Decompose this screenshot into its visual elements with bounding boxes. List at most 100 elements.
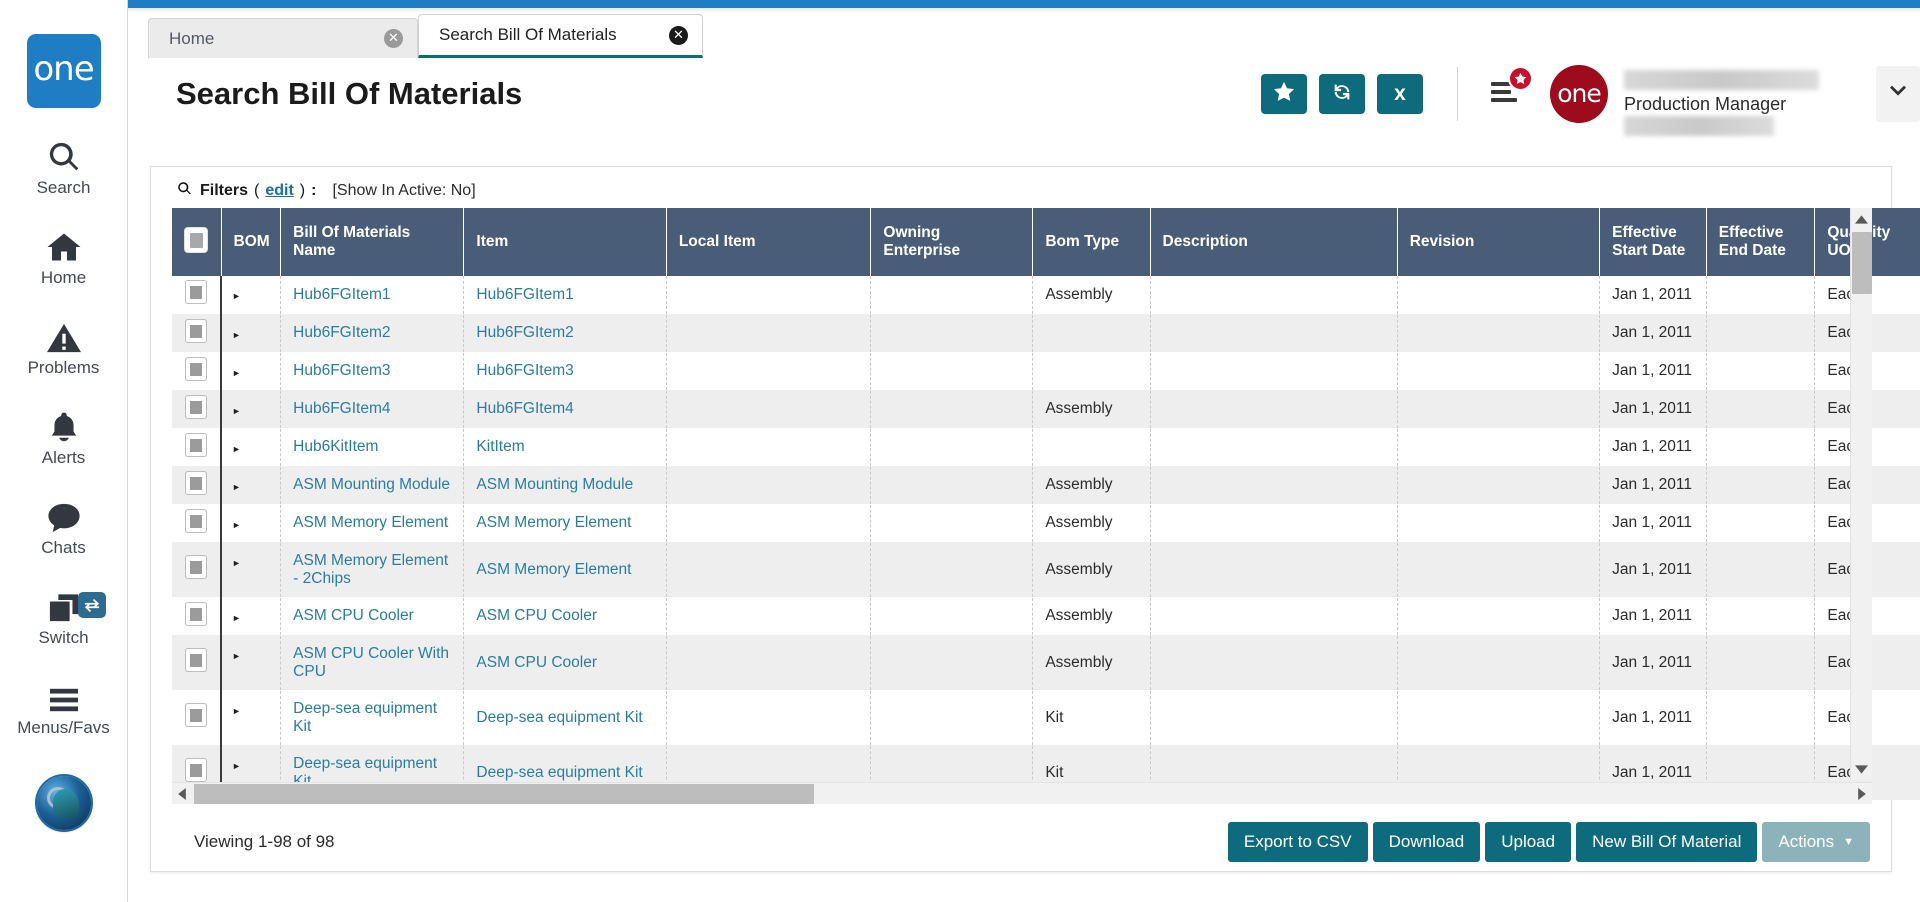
row-checkbox[interactable] [185, 555, 207, 579]
bom-expand-cell[interactable]: ► [221, 428, 281, 466]
table-row[interactable]: ►Deep-sea equipment KitDeep-sea equipmen… [172, 690, 1920, 745]
close-icon[interactable]: ✕ [384, 29, 403, 48]
refresh-button[interactable] [1319, 74, 1365, 114]
table-row[interactable]: ►Hub6KitItemKitItemJan 1, 2011Each [172, 428, 1920, 466]
cell-link[interactable]: Hub6FGItem3 [476, 362, 573, 379]
chevron-right-icon[interactable]: ► [232, 444, 241, 454]
cell-item[interactable]: Deep-sea equipment Kit [464, 690, 666, 745]
sidebar-item-alerts[interactable]: Alerts [10, 404, 118, 468]
cell-item[interactable]: Hub6FGItem4 [464, 390, 666, 428]
bom-expand-cell[interactable]: ► [221, 504, 281, 542]
cell-name[interactable]: ASM Memory Element [281, 504, 464, 542]
cell-link[interactable]: Hub6FGItem4 [476, 400, 573, 417]
cell-name[interactable]: Hub6KitItem [281, 428, 464, 466]
avatar[interactable] [37, 776, 91, 830]
column-header-bom[interactable]: BOM [221, 208, 281, 276]
row-select-cell[interactable] [172, 390, 221, 428]
cell-item[interactable]: Hub6FGItem2 [464, 314, 666, 352]
menus-favorites-button[interactable] [1484, 74, 1524, 114]
cell-link[interactable]: Hub6FGItem3 [293, 362, 390, 379]
sidebar-item-search[interactable]: Search [10, 134, 118, 198]
chevron-right-icon[interactable]: ► [232, 406, 241, 416]
chevron-right-icon[interactable]: ► [232, 291, 241, 301]
bom-expand-cell[interactable]: ► [221, 352, 281, 390]
cell-item[interactable]: ASM CPU Cooler [464, 597, 666, 635]
bom-expand-cell[interactable]: ► [221, 690, 281, 745]
horizontal-scroll-thumb[interactable] [194, 784, 814, 804]
bom-expand-cell[interactable]: ► [221, 542, 281, 597]
export-to-csv-button[interactable]: Export to CSV [1228, 822, 1368, 862]
column-header-revision[interactable]: Revision [1397, 208, 1599, 276]
cell-item[interactable]: ASM Memory Element [464, 542, 666, 597]
row-select-cell[interactable] [172, 314, 221, 352]
cell-name[interactable]: Hub6FGItem1 [281, 276, 464, 314]
chevron-right-icon[interactable]: ► [232, 520, 241, 530]
cell-link[interactable]: Hub6FGItem1 [476, 286, 573, 303]
cell-item[interactable]: Hub6FGItem3 [464, 352, 666, 390]
row-checkbox[interactable] [185, 357, 207, 381]
cell-name[interactable]: ASM CPU Cooler With CPU [281, 635, 464, 690]
cell-name[interactable]: Hub6FGItem4 [281, 390, 464, 428]
chevron-right-icon[interactable]: ► [232, 330, 241, 340]
one-network-logo[interactable]: one [27, 34, 101, 108]
cell-link[interactable]: Hub6FGItem1 [293, 286, 390, 303]
column-header-local-item[interactable]: Local Item [666, 208, 871, 276]
cell-link[interactable]: Hub6FGItem2 [293, 324, 390, 341]
row-checkbox[interactable] [185, 758, 207, 782]
cell-name[interactable]: Deep-sea equipment Kit [281, 690, 464, 745]
row-checkbox[interactable] [185, 319, 207, 343]
cell-name[interactable]: Hub6FGItem2 [281, 314, 464, 352]
cell-name[interactable]: ASM CPU Cooler [281, 597, 464, 635]
favorite-button[interactable] [1261, 74, 1307, 114]
chevron-right-icon[interactable]: ► [232, 368, 241, 378]
row-select-cell[interactable] [172, 352, 221, 390]
cell-link[interactable]: Deep-sea equipment Kit [476, 709, 642, 726]
table-row[interactable]: ►ASM Memory ElementASM Memory ElementAss… [172, 504, 1920, 542]
chevron-right-icon[interactable]: ► [232, 482, 241, 492]
cell-link[interactable]: ASM Mounting Module [476, 476, 633, 493]
cell-item[interactable]: Hub6FGItem1 [464, 276, 666, 314]
row-checkbox[interactable] [185, 703, 207, 727]
row-checkbox[interactable] [185, 280, 207, 304]
row-checkbox[interactable] [185, 433, 207, 457]
chevron-right-icon[interactable]: ► [232, 651, 241, 661]
column-header-bom-type[interactable]: Bom Type [1033, 208, 1150, 276]
column-header-owning-enterprise[interactable]: Owning Enterprise [871, 208, 1033, 276]
row-select-cell[interactable] [172, 690, 221, 745]
scroll-left-icon[interactable] [172, 783, 192, 805]
row-checkbox[interactable] [185, 509, 207, 533]
row-checkbox[interactable] [185, 602, 207, 626]
cell-name[interactable]: ASM Memory Element - 2Chips [281, 542, 464, 597]
bom-expand-cell[interactable]: ► [221, 314, 281, 352]
cell-link[interactable]: KitItem [476, 438, 524, 455]
scroll-right-icon[interactable] [1852, 783, 1872, 805]
cell-item[interactable]: ASM Memory Element [464, 504, 666, 542]
user-menu-button[interactable] [1876, 66, 1920, 122]
cell-item[interactable]: ASM CPU Cooler [464, 635, 666, 690]
vertical-scroll-thumb[interactable] [1852, 232, 1872, 294]
row-select-cell[interactable] [172, 635, 221, 690]
bom-table-container[interactable]: BOM Bill Of Materials Name Item Local It… [172, 208, 1872, 780]
table-row[interactable]: ►Hub6FGItem3Hub6FGItem3Jan 1, 2011Each [172, 352, 1920, 390]
bom-expand-cell[interactable]: ► [221, 466, 281, 504]
cell-name[interactable]: ASM Mounting Module [281, 466, 464, 504]
cell-link[interactable]: ASM Memory Element - 2Chips [293, 552, 448, 587]
row-select-cell[interactable] [172, 597, 221, 635]
bom-expand-cell[interactable]: ► [221, 390, 281, 428]
select-all-header[interactable] [172, 208, 221, 276]
tab-search-bill-of-materials[interactable]: Search Bill Of Materials ✕ [418, 14, 703, 58]
table-row[interactable]: ►Hub6FGItem2Hub6FGItem2Jan 1, 2011Each [172, 314, 1920, 352]
cell-item[interactable]: ASM Mounting Module [464, 466, 666, 504]
cell-link[interactable]: ASM CPU Cooler With CPU [293, 645, 449, 680]
horizontal-scrollbar[interactable] [172, 782, 1872, 804]
row-checkbox[interactable] [185, 471, 207, 495]
chevron-right-icon[interactable]: ► [232, 761, 241, 771]
bom-expand-cell[interactable]: ► [221, 276, 281, 314]
cell-link[interactable]: ASM Mounting Module [293, 476, 450, 493]
table-row[interactable]: ►ASM CPU CoolerASM CPU CoolerAssemblyJan… [172, 597, 1920, 635]
switch-toggle-badge[interactable] [78, 592, 106, 618]
cell-link[interactable]: Hub6KitItem [293, 438, 378, 455]
scroll-down-icon[interactable] [1851, 758, 1872, 780]
cell-link[interactable]: ASM Memory Element [476, 561, 631, 578]
column-header-description[interactable]: Description [1150, 208, 1397, 276]
